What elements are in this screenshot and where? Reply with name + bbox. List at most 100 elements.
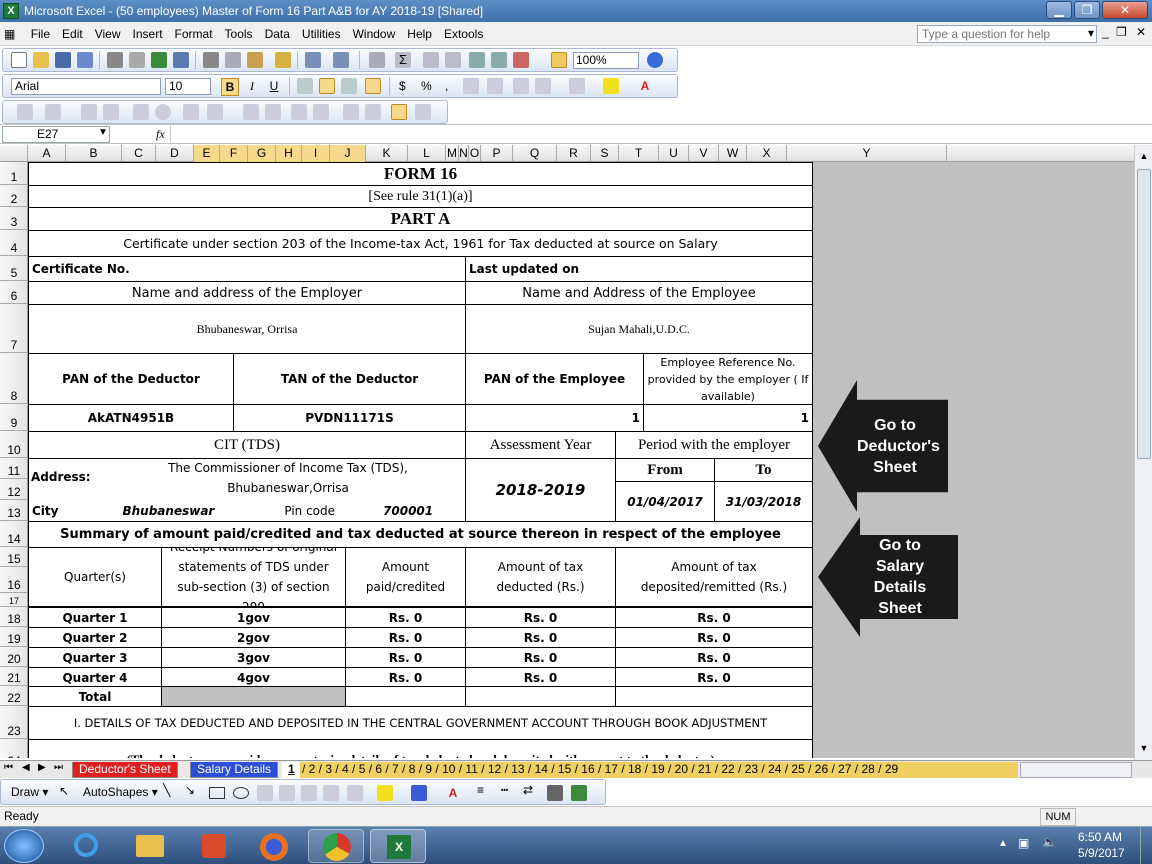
increase-decimal-icon[interactable] — [463, 78, 479, 94]
zoom-select[interactable]: 100% — [573, 52, 639, 69]
align-center-icon[interactable] — [319, 78, 335, 94]
currency-button[interactable]: $ — [399, 79, 406, 93]
row-header-5[interactable]: 5 — [0, 256, 27, 281]
row-header-11[interactable]: 11 — [0, 458, 27, 479]
diagram-icon[interactable] — [301, 785, 317, 801]
wordart-icon[interactable] — [279, 785, 295, 801]
copy-icon[interactable] — [225, 52, 241, 68]
name-box[interactable]: E27 — [2, 126, 110, 143]
row-header-2[interactable]: 2 — [0, 185, 27, 207]
column-header-t[interactable]: T — [619, 145, 659, 162]
column-header-v[interactable]: V — [689, 145, 719, 162]
underline-button[interactable]: U — [265, 78, 283, 96]
checkbox-control-icon[interactable] — [133, 104, 149, 120]
row-header-15[interactable]: 15 — [0, 547, 27, 567]
menu-data[interactable]: Data — [259, 22, 296, 46]
bold-button[interactable]: B — [221, 78, 239, 96]
menu-edit[interactable]: Edit — [56, 22, 89, 46]
column-header-w[interactable]: W — [719, 145, 747, 162]
column-header-n[interactable]: N — [459, 145, 469, 162]
row-header-14[interactable]: 14 — [0, 521, 27, 547]
format-painter-icon[interactable] — [275, 52, 291, 68]
scroll-bar-icon[interactable] — [243, 104, 259, 120]
formula-input[interactable] — [170, 125, 1152, 144]
restore-button[interactable]: ❐ — [1074, 1, 1100, 19]
column-header-e[interactable]: E — [194, 145, 220, 162]
doc-restore-button[interactable]: ❐ — [1116, 25, 1127, 39]
edit-code-icon[interactable] — [313, 104, 329, 120]
button-control-icon[interactable] — [103, 104, 119, 120]
menu-utilities[interactable]: Utilities — [296, 22, 347, 46]
name-box-dropdown-icon[interactable]: ▼ — [98, 127, 108, 138]
column-header-m[interactable]: M — [446, 145, 459, 162]
doc-minimize-button[interactable]: _ — [1102, 25, 1109, 39]
column-header-x[interactable]: X — [747, 145, 787, 162]
row-header-23[interactable]: 23 — [0, 706, 27, 739]
tab-nav-last-icon[interactable]: ⏭ — [54, 762, 63, 773]
option-button-icon[interactable] — [155, 104, 171, 120]
align-right-icon[interactable] — [341, 78, 357, 94]
taskbar-chrome-icon[interactable] — [308, 829, 364, 863]
workbook-icon[interactable]: ▦ — [0, 22, 21, 46]
row-header-4[interactable]: 4 — [0, 230, 27, 256]
align-left-icon[interactable] — [297, 78, 313, 94]
menu-extools[interactable]: Extools — [438, 22, 489, 46]
clip-art-icon[interactable] — [323, 785, 339, 801]
start-button[interactable] — [4, 829, 44, 863]
column-header-s[interactable]: S — [591, 145, 619, 162]
menu-view[interactable]: View — [89, 22, 127, 46]
excel-app-icon[interactable]: X — [3, 3, 19, 19]
tray-expand-icon[interactable]: ▲ — [998, 838, 1008, 849]
menu-format[interactable]: Format — [169, 22, 219, 46]
help-icon[interactable] — [647, 52, 663, 68]
column-header-k[interactable]: K — [366, 145, 408, 162]
close-button[interactable]: ✕ — [1102, 1, 1148, 19]
draw-menu[interactable]: Draw ▾ — [11, 785, 48, 799]
save-icon[interactable] — [55, 52, 71, 68]
sort-ascending-icon[interactable] — [423, 52, 439, 68]
merge-center-icon[interactable] — [365, 78, 381, 94]
column-header-a[interactable]: A — [28, 145, 66, 162]
line-style-icon[interactable]: ≡ — [477, 783, 484, 797]
autosum-icon[interactable]: Σ — [395, 52, 411, 68]
scroll-thumb[interactable] — [1137, 169, 1151, 459]
column-header-q[interactable]: Q — [513, 145, 557, 162]
row-header-21[interactable]: 21 — [0, 667, 27, 686]
row-header-22[interactable]: 22 — [0, 686, 27, 706]
combo-box-icon[interactable] — [207, 104, 223, 120]
shadow-style-icon[interactable] — [547, 785, 563, 801]
borders-icon[interactable] — [569, 78, 585, 94]
row-header-6[interactable]: 6 — [0, 281, 27, 304]
column-header-i[interactable]: I — [302, 145, 330, 162]
column-header-d[interactable]: D — [156, 145, 194, 162]
percent-button[interactable]: % — [421, 79, 432, 93]
text-box-icon[interactable] — [257, 785, 273, 801]
sort-descending-icon[interactable] — [445, 52, 461, 68]
column-header-r[interactable]: R — [557, 145, 591, 162]
select-all-button[interactable] — [0, 145, 28, 162]
draw-fill-color-icon[interactable] — [377, 785, 393, 801]
column-header-f[interactable]: F — [220, 145, 248, 162]
column-header-l[interactable]: L — [408, 145, 446, 162]
increase-indent-icon[interactable] — [535, 78, 551, 94]
tab-1[interactable]: 1 — [282, 762, 301, 778]
spinner-icon[interactable] — [265, 104, 281, 120]
row-header-13[interactable]: 13 — [0, 500, 27, 521]
rectangle-icon[interactable] — [209, 787, 225, 799]
font-name-select[interactable]: Arial — [11, 78, 161, 95]
undo-icon[interactable] — [305, 52, 321, 68]
print-preview-icon[interactable] — [129, 52, 145, 68]
row-header-7[interactable]: 7 — [0, 304, 27, 353]
redo-icon[interactable] — [333, 52, 349, 68]
taskbar-excel-icon[interactable]: X — [370, 829, 426, 863]
row-header-18[interactable]: 18 — [0, 607, 27, 627]
row-header-19[interactable]: 19 — [0, 627, 27, 647]
column-header-u[interactable]: U — [659, 145, 689, 162]
doc-close-button[interactable]: ✕ — [1136, 25, 1146, 39]
open-icon[interactable] — [33, 52, 49, 68]
column-header-p[interactable]: P — [481, 145, 513, 162]
autoshapes-menu[interactable]: AutoShapes ▾ — [83, 785, 158, 799]
volume-icon[interactable]: 🔈 — [1042, 835, 1057, 849]
comma-button[interactable]: , — [445, 79, 448, 93]
tab-salary-details[interactable]: Salary Details — [190, 762, 279, 778]
